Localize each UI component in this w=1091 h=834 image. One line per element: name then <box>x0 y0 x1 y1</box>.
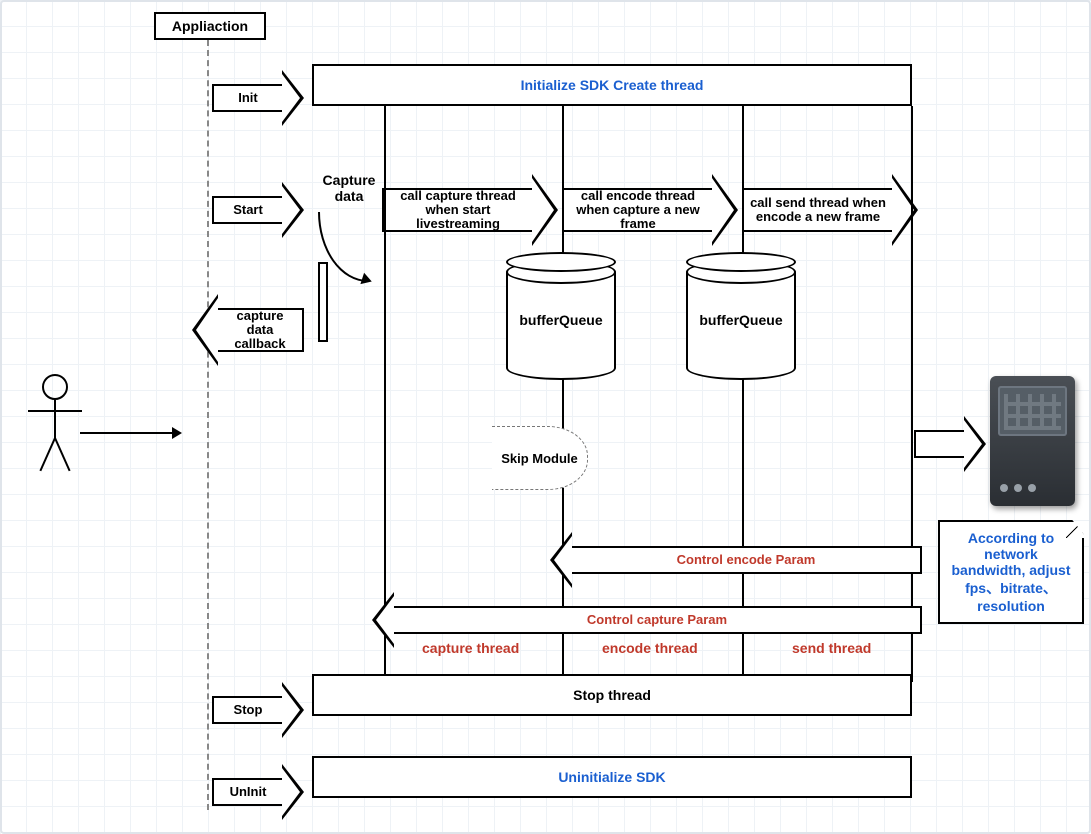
stop-arrow: Stop <box>212 682 304 738</box>
uninit-bar: Uninitialize SDK <box>312 756 912 798</box>
pipeline-step1-label: call capture thread when start livestrea… <box>382 188 532 232</box>
stop-label: Stop <box>212 696 282 724</box>
capture-data-label: Capture data <box>314 172 384 204</box>
buffer2-label: bufferQueue <box>686 272 796 368</box>
uninit-label: UnInit <box>212 778 282 806</box>
skip-module: Skip Module <box>492 426 588 490</box>
callback-arrow: capture data callback <box>192 294 304 366</box>
start-arrow: Start <box>212 182 304 238</box>
init-bar: Initialize SDK Create thread <box>312 64 912 106</box>
pipeline-step3-label: call send thread when encode a new frame <box>742 188 892 232</box>
control-capture-label: Control capture Param <box>394 606 922 634</box>
control-encode-arrow: Control encode Param <box>550 532 922 588</box>
thread-send-label: send thread <box>792 640 871 656</box>
stop-bar: Stop thread <box>312 674 912 716</box>
buffer1-label: bufferQueue <box>506 272 616 368</box>
buffer-queue-1: bufferQueue <box>506 260 616 380</box>
server-icon <box>990 376 1075 506</box>
lifeline-dashed <box>207 40 209 810</box>
application-label: Appliaction <box>154 12 266 40</box>
init-arrow: Init <box>212 70 304 126</box>
uninit-arrow: UnInit <box>212 764 304 820</box>
pipeline-step3-arrow: call send thread when encode a new frame <box>742 174 918 246</box>
capture-activation-bar <box>318 262 328 342</box>
callback-label: capture data callback <box>218 308 304 352</box>
thread-capture-label: capture thread <box>422 640 519 656</box>
pipeline-step2-label: call encode thread when capture a new fr… <box>562 188 712 232</box>
buffer-queue-2: bufferQueue <box>686 260 796 380</box>
pipeline-step2-arrow: call encode thread when capture a new fr… <box>562 174 738 246</box>
server-note: According to network bandwidth, adjust f… <box>938 520 1084 624</box>
actor-arrow <box>80 432 180 434</box>
to-server-arrow <box>914 416 986 472</box>
start-label: Start <box>212 196 282 224</box>
pipeline-step1-arrow: call capture thread when start livestrea… <box>382 174 558 246</box>
thread-encode-label: encode thread <box>602 640 698 656</box>
actor-icon <box>28 374 82 438</box>
init-label: Init <box>212 84 282 112</box>
control-encode-label: Control encode Param <box>572 546 922 574</box>
